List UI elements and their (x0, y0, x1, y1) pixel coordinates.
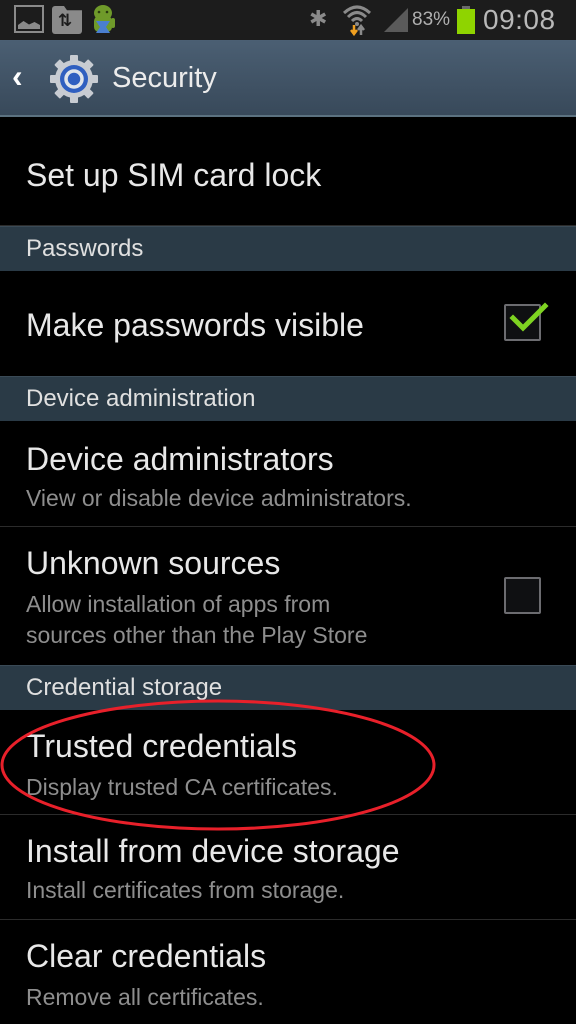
list-item-unknown-sources[interactable]: Unknown sources Allow installation of ap… (0, 527, 576, 665)
item-title: Set up SIM card lock (26, 157, 322, 193)
item-title: Trusted credentials (26, 728, 297, 764)
item-summary: View or disable device administrators. (26, 485, 412, 511)
section-header-label: Credential storage (26, 674, 223, 701)
item-title: Clear credentials (26, 938, 267, 974)
cell-signal-icon (384, 8, 408, 32)
item-title: Device administrators (26, 441, 334, 477)
list-item-make-passwords-visible[interactable]: Make passwords visible (0, 271, 576, 376)
status-bar: ⇅ ✱ 83% 09:08 (0, 0, 576, 40)
list-item-install-from-device-storage[interactable]: Install from device storage Install cert… (0, 815, 576, 920)
action-bar: ‹ Security (0, 40, 576, 117)
item-title: Make passwords visible (26, 307, 364, 343)
list-item-device-administrators[interactable]: Device administrators View or disable de… (0, 421, 576, 527)
section-header-label: Device administration (26, 385, 256, 412)
battery-percent: 83% (412, 9, 451, 30)
chevron-left-icon[interactable]: ‹ (12, 60, 34, 94)
bluetooth-icon: ✱ (309, 6, 328, 31)
item-summary: Display trusted CA certificates. (26, 774, 338, 800)
battery-icon (457, 6, 475, 34)
item-summary-line-1: Allow installation of apps from (26, 591, 331, 617)
unknown-sources-checkbox[interactable] (504, 577, 541, 614)
item-title: Install from device storage (26, 833, 400, 869)
list-item-trusted-credentials[interactable]: Trusted credentials Display trusted CA c… (0, 710, 576, 815)
list-item-clear-credentials[interactable]: Clear credentials Remove all certificate… (0, 920, 576, 1024)
item-summary: Install certificates from storage. (26, 877, 345, 903)
page-title: Security (112, 62, 217, 94)
make-passwords-visible-checkbox[interactable] (504, 302, 549, 341)
gallery-icon (14, 5, 44, 33)
sync-folder-icon: ⇅ (52, 6, 82, 34)
clock: 09:08 (483, 4, 556, 35)
settings-gear-icon[interactable] (49, 54, 99, 104)
list-item-sim-card-lock[interactable]: Set up SIM card lock (0, 119, 576, 226)
item-summary: Remove all certificates. (26, 984, 264, 1010)
item-title: Unknown sources (26, 545, 281, 581)
section-header-device-administration: Device administration (0, 376, 576, 421)
checkmark-icon (509, 302, 549, 332)
section-header-credential-storage: Credential storage (0, 665, 576, 710)
section-header-label: Passwords (26, 235, 144, 262)
item-summary-line-2: sources other than the Play Store (26, 622, 368, 648)
wifi-icon (342, 5, 372, 37)
section-header-passwords: Passwords (0, 226, 576, 271)
android-notification-icon (94, 5, 115, 33)
